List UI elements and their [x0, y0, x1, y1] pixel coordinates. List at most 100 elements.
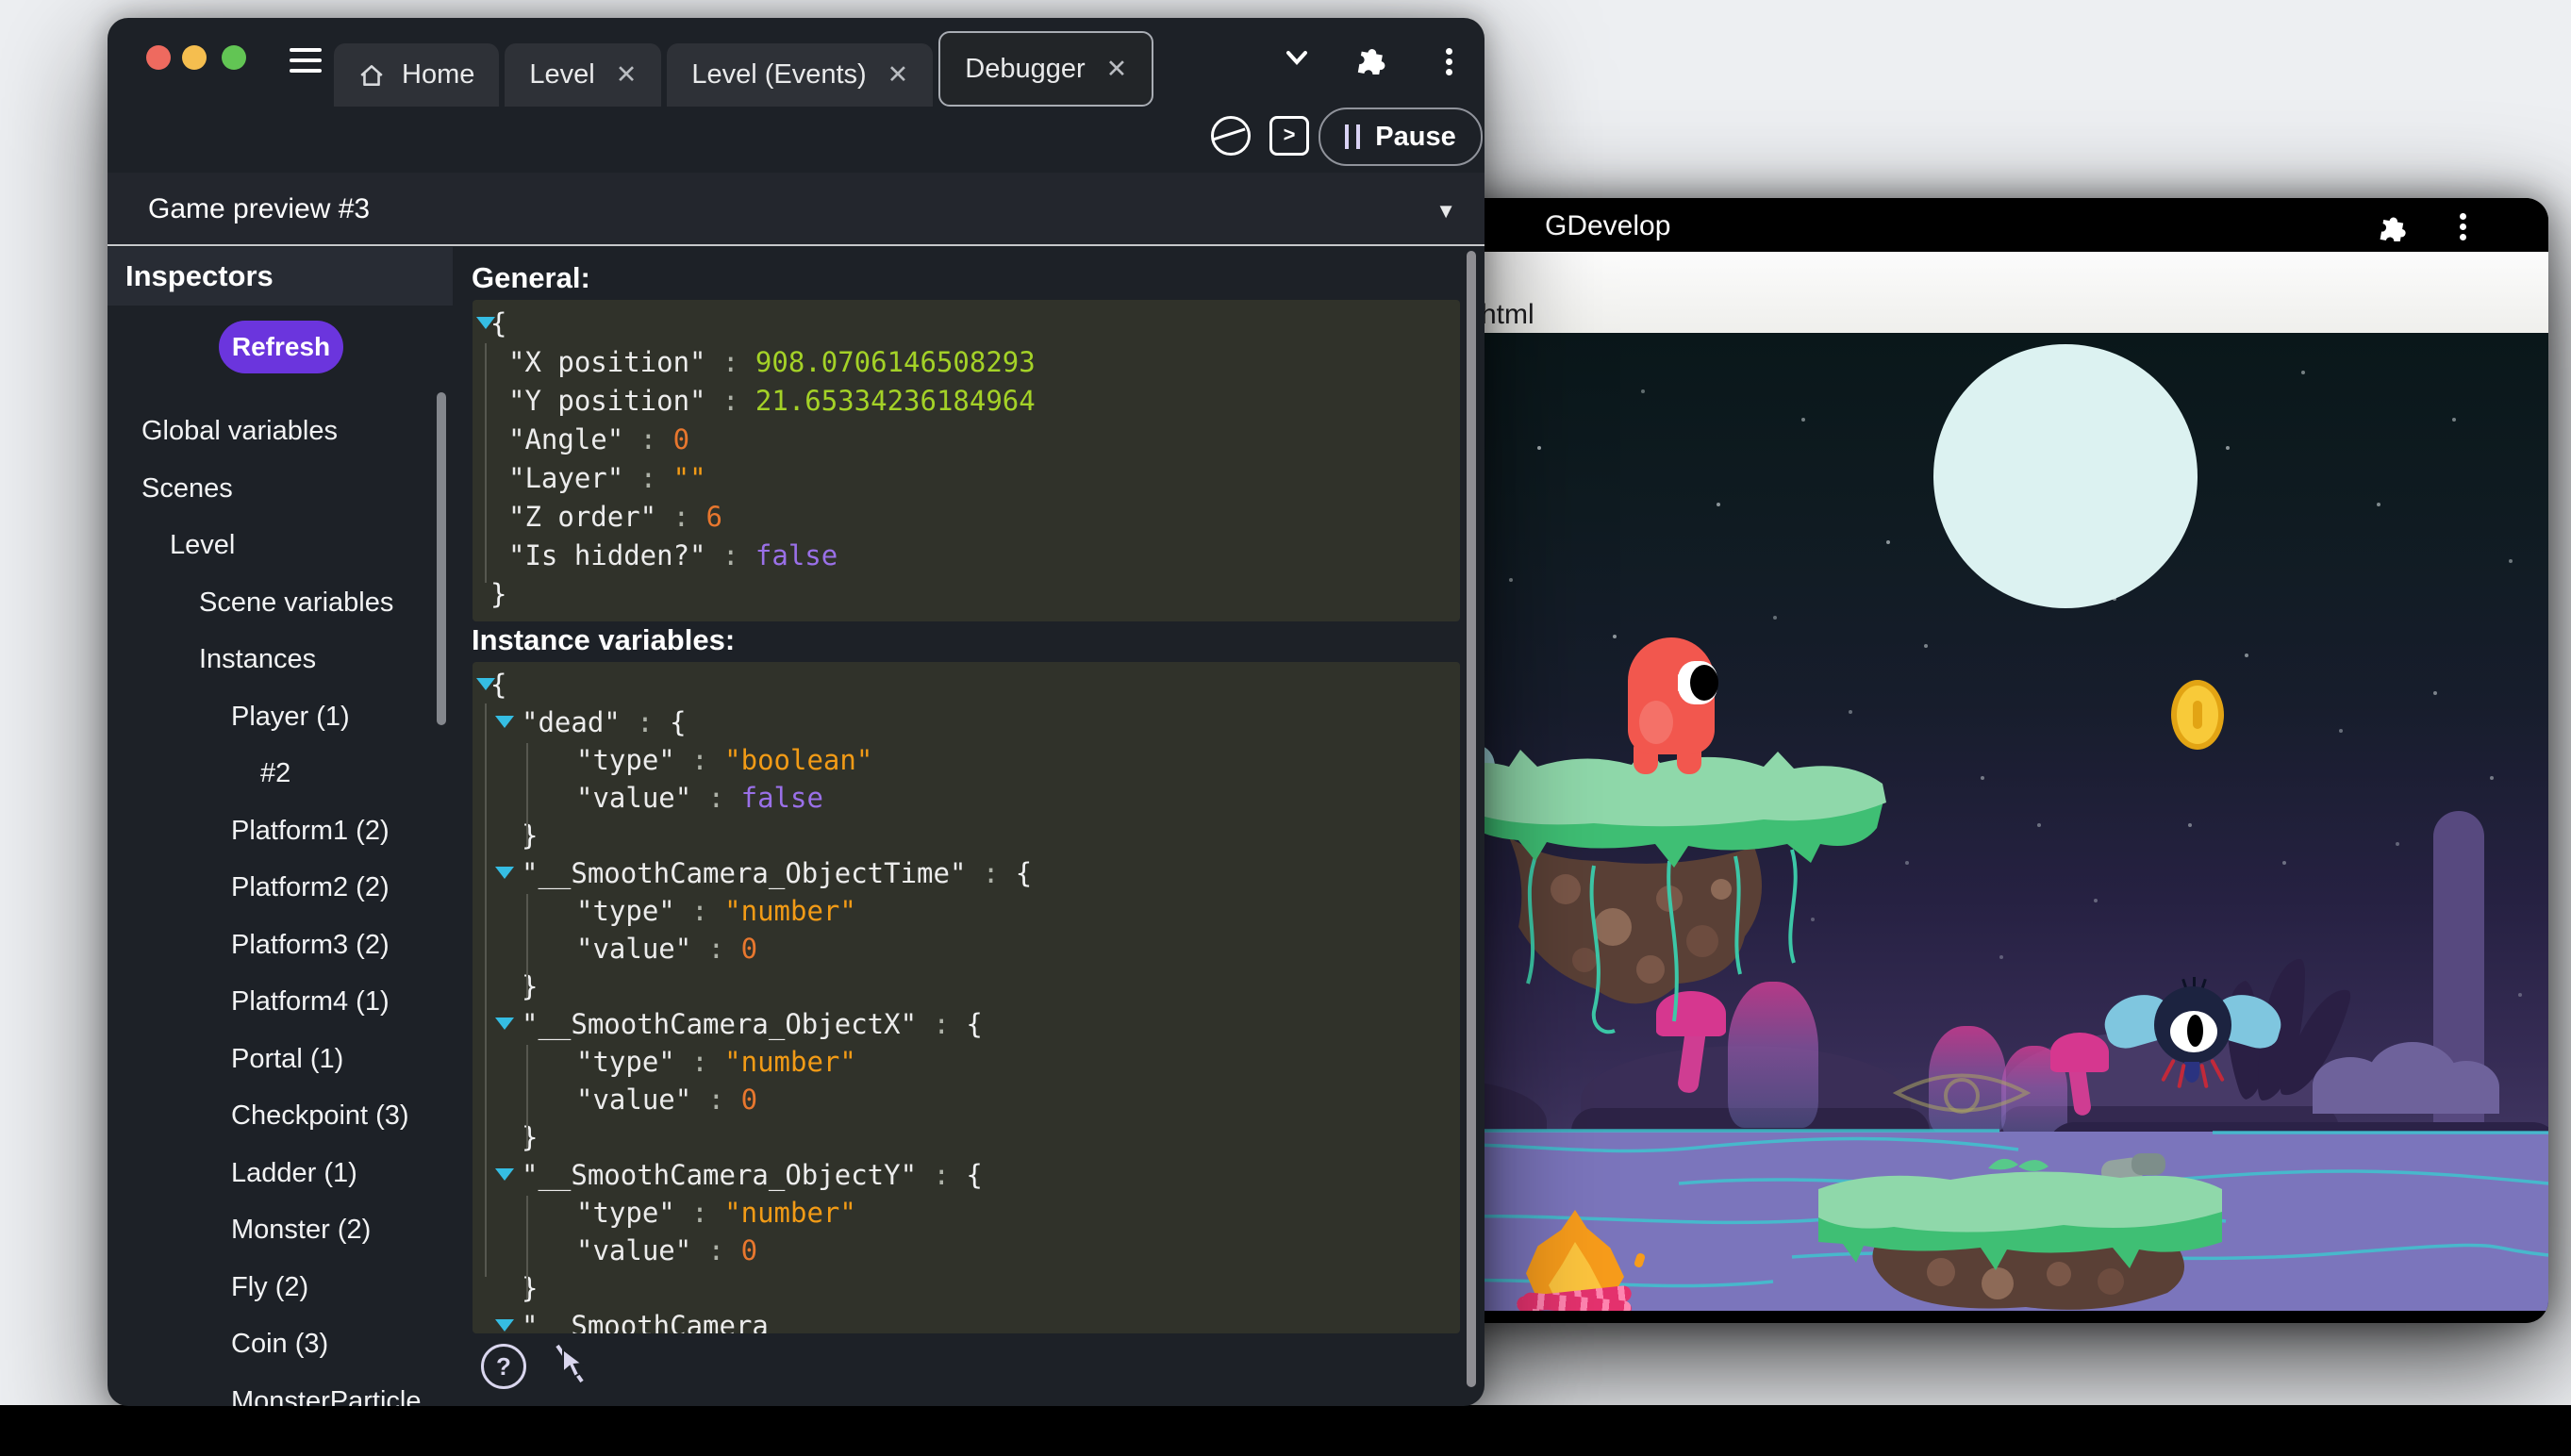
help-icon[interactable]: ? — [481, 1344, 526, 1389]
tab-close-icon[interactable]: ✕ — [884, 60, 909, 90]
json-row: } — [473, 1269, 1460, 1307]
tab-level[interactable]: Level ✕ — [505, 43, 661, 107]
content-scrollbar[interactable] — [1467, 251, 1476, 1387]
json-row: "Layer" : "" — [473, 459, 1460, 498]
tab-close-icon[interactable]: ✕ — [1103, 55, 1128, 84]
dropdown-caret-icon: ▼ — [1435, 199, 1456, 223]
inspector-tree: Global variables Scenes Level Scene variabl… — [108, 18, 453, 1406]
sidebar-item-instances[interactable]: Instances — [199, 644, 316, 676]
sidebar-item-platform2-2-[interactable]: Platform2 (2) — [231, 872, 390, 904]
json-row: "__SmoothCamera_ — [473, 1307, 1460, 1333]
game-window-titlebar: GDevelop — [1396, 198, 2548, 252]
game-address-bar: html — [1396, 252, 2548, 333]
sidebar-item-checkpoint-3-[interactable]: Checkpoint (3) — [231, 1100, 409, 1133]
expander-triangle-icon[interactable] — [495, 867, 514, 879]
bush — [2433, 1061, 2499, 1114]
json-row: "value" : false — [473, 779, 1460, 817]
sidebar-item-level[interactable]: Level — [170, 530, 235, 562]
json-row: { — [473, 666, 1460, 703]
json-row: "Z order" : 6 — [473, 498, 1460, 537]
json-row: "type" : "number" — [473, 1194, 1460, 1232]
player-belly — [1639, 701, 1673, 744]
json-row: "type" : "number" — [473, 892, 1460, 930]
game-window-menu-kebab-icon[interactable] — [2460, 209, 2467, 241]
extensions-puzzle-icon[interactable] — [1354, 41, 1388, 74]
performance-profiler-icon[interactable] — [1211, 116, 1251, 156]
general-section-title: General: — [472, 261, 590, 295]
json-row: } — [473, 575, 1460, 614]
player-eyelid — [1678, 674, 1688, 691]
json-row: } — [473, 1118, 1460, 1156]
debugger-window: HomeLevel✕Level (Events)✕Debugger✕ > Pau… — [108, 18, 1485, 1406]
json-row: "X position" : 908.0706146508293 — [473, 343, 1460, 382]
chevron-down-icon[interactable] — [1280, 46, 1314, 71]
floating-island-2 — [1818, 1151, 2224, 1311]
window-menu-kebab-icon[interactable] — [1446, 44, 1452, 79]
tab-close-icon[interactable]: ✕ — [612, 60, 638, 90]
sidebar-scrollbar[interactable] — [437, 392, 446, 725]
tab-label: Debugger — [965, 54, 1085, 85]
tab-label: Level — [529, 59, 594, 91]
sidebar-item-platform1-2-[interactable]: Platform1 (2) — [231, 816, 390, 848]
sidebar-item-scenes[interactable]: Scenes — [141, 473, 233, 505]
game-window-title: GDevelop — [1545, 210, 1670, 242]
json-row: "__SmoothCamera_ObjectY" : { — [473, 1156, 1460, 1194]
json-row: "value" : 0 — [473, 1232, 1460, 1269]
spark — [1634, 1252, 1646, 1268]
sidebar-item-global-variables[interactable]: Global variables — [141, 416, 338, 448]
sidebar-item-player-1-[interactable]: Player (1) — [231, 702, 350, 734]
disable-cursor-picker-icon[interactable] — [550, 1342, 591, 1385]
json-row: "__SmoothCamera_ObjectTime" : { — [473, 854, 1460, 892]
expander-triangle-icon[interactable] — [495, 1319, 514, 1332]
json-row: "value" : 0 — [473, 1081, 1460, 1118]
tab-debugger[interactable]: Debugger ✕ — [938, 31, 1153, 107]
campfire — [1518, 1210, 1650, 1311]
json-row: "Y position" : 21.65334236184964 — [473, 382, 1460, 421]
floating-island — [1452, 738, 1896, 1050]
extensions-puzzle-icon[interactable] — [2377, 209, 2409, 241]
json-row: } — [473, 817, 1460, 854]
sidebar-item-scene-variables[interactable]: Scene variables — [199, 587, 393, 620]
tab-label: Level (Events) — [691, 59, 866, 91]
screen-bottom-letterbox — [0, 1405, 2571, 1456]
json-row: } — [473, 968, 1460, 1005]
sidebar-item-coin-3-[interactable]: Coin (3) — [231, 1329, 328, 1361]
general-json-block: {"X position" : 908.0706146508293"Y posi… — [473, 300, 1460, 621]
coin — [2171, 680, 2224, 750]
sidebar-item-platform3-2-[interactable]: Platform3 (2) — [231, 930, 390, 962]
json-row: "Is hidden?" : false — [473, 537, 1460, 575]
instance-variables-json-block: {"dead" : {"type" : "boolean""value" : f… — [473, 662, 1460, 1333]
sidebar-item-monster-2-[interactable]: Monster (2) — [231, 1215, 371, 1247]
expander-triangle-icon[interactable] — [476, 317, 495, 329]
game-canvas[interactable] — [1396, 333, 2548, 1311]
json-row: "Angle" : 0 — [473, 421, 1460, 459]
json-row: "type" : "number" — [473, 1043, 1460, 1081]
tab-level-events-[interactable]: Level (Events) ✕ — [667, 43, 933, 107]
console-icon[interactable]: > — [1269, 116, 1309, 156]
player-pupil — [1690, 665, 1718, 701]
sidebar-item-portal-1-[interactable]: Portal (1) — [231, 1044, 343, 1076]
sidebar-item-ladder-1-[interactable]: Ladder (1) — [231, 1158, 357, 1190]
expander-triangle-icon[interactable] — [495, 1018, 514, 1030]
json-row: "dead" : { — [473, 703, 1460, 741]
sidebar-item--2[interactable]: #2 — [260, 758, 290, 790]
json-row: { — [473, 305, 1460, 343]
expander-triangle-icon[interactable] — [495, 1168, 514, 1181]
sidebar-item-platform4-1-[interactable]: Platform4 (1) — [231, 986, 390, 1018]
json-row: "type" : "boolean" — [473, 741, 1460, 779]
mushroom-cap — [2050, 1033, 2109, 1072]
tab-bar: HomeLevel✕Level (Events)✕Debugger✕ — [334, 31, 1153, 107]
expander-triangle-icon[interactable] — [476, 678, 495, 690]
pause-icon — [1345, 124, 1360, 149]
pause-button[interactable]: Pause — [1319, 108, 1483, 166]
fly-pupil — [2187, 1015, 2203, 1047]
expander-triangle-icon[interactable] — [495, 716, 514, 728]
sidebar-item-monsterparticle[interactable]: MonsterParticle — [231, 1386, 421, 1406]
json-row: "value" : 0 — [473, 930, 1460, 968]
game-address-text: html — [1481, 299, 1534, 331]
fly-monster — [2104, 986, 2281, 1098]
sidebar-item-fly-2-[interactable]: Fly (2) — [231, 1272, 308, 1304]
json-row: "__SmoothCamera_ObjectX" : { — [473, 1005, 1460, 1043]
fly-tail — [2184, 1062, 2199, 1083]
moon — [1933, 344, 2198, 608]
